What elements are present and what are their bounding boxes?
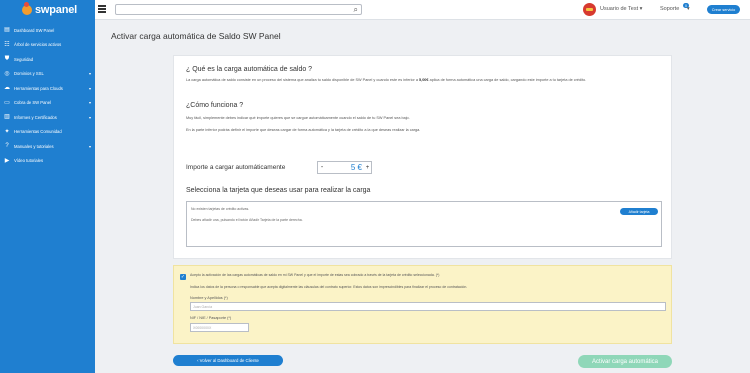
- sidebar-item[interactable]: ▤ Dashboard SW Panel: [0, 23, 95, 38]
- sidebar-item-label: Manuales y tutoriales: [14, 143, 54, 149]
- importe-value[interactable]: 5 €: [326, 163, 364, 172]
- menu-toggle-icon[interactable]: [98, 5, 106, 14]
- chevron-down-icon: ▾: [88, 71, 91, 77]
- chevron-down-icon: ▾: [88, 85, 91, 91]
- back-button[interactable]: ‹ Volver al Dashboard de Cliente: [173, 355, 283, 366]
- no-cards-text: No existen tarjetas de crédito activas.: [191, 207, 250, 211]
- video-icon: ▶: [4, 157, 10, 164]
- sidebar-item-label: Cobra de SW Panel: [14, 100, 52, 106]
- user-menu[interactable]: Usuario de Test ▾: [600, 6, 642, 12]
- chart-icon: ▥: [4, 114, 10, 121]
- increment-button[interactable]: +: [364, 165, 371, 171]
- sidebar-item[interactable]: ▭ Cobra de SW Panel ▾: [0, 96, 95, 111]
- logo-icon: [22, 2, 32, 15]
- sidebar-item-label: Árbol de servicios activos: [14, 42, 62, 48]
- legal-text: Indica los datos de la persona o respons…: [190, 285, 468, 289]
- help-icon: ?: [5, 143, 9, 150]
- brand-logo[interactable]: swpanel: [0, 0, 95, 20]
- q1-heading: ¿ Qué es la carga automática de saldo ?: [186, 66, 313, 73]
- q2-text-2: En la parte inferior podrás definir el i…: [186, 128, 421, 132]
- nif-field[interactable]: X0000000X: [190, 323, 249, 332]
- search-input[interactable]: ⌕: [115, 4, 362, 15]
- shield-icon: ⛊: [4, 56, 10, 63]
- tarjeta-heading: Selecciona la tarjeta que deseas usar pa…: [186, 187, 371, 194]
- sidebar-item-label: Vídeo tutoriales: [14, 158, 44, 164]
- soporte-badge: 0: [683, 3, 689, 8]
- globe-icon: ◎: [4, 70, 10, 77]
- chevron-down-icon: ▾: [88, 114, 91, 120]
- cards-box: No existen tarjetas de crédito activas. …: [186, 201, 662, 247]
- tools-icon: ✦: [4, 128, 10, 135]
- name-field[interactable]: Juan García: [190, 302, 666, 311]
- money-icon: ▭: [4, 99, 10, 106]
- sidebar-item[interactable]: ▥ Informes y Certificados ▾: [0, 110, 95, 125]
- sidebar-item[interactable]: ☁ Herramientas para Clouds ▾: [0, 81, 95, 96]
- accept-text: Acepto la activación de las cargas autom…: [190, 273, 440, 277]
- brand-name: swpanel: [35, 4, 78, 16]
- terms-box: ✓ Acepto la activación de las cargas aut…: [173, 265, 672, 344]
- sidebar-nav: ▤ Dashboard SW Panel ☷ Árbol de servicios a…: [0, 23, 95, 168]
- cloud-icon: ☁: [4, 85, 10, 92]
- dashboard-icon: ▤: [4, 27, 10, 34]
- chevron-down-icon: ▾: [88, 143, 91, 149]
- sidebar: swpanel ▤ Dashboard SW Panel ☷ Árbol de ser…: [0, 0, 95, 373]
- user-name: Usuario de Test: [600, 6, 639, 12]
- add-card-button[interactable]: Añadir tarjeta: [620, 208, 658, 215]
- info-card: ¿ Qué es la carga automática de saldo ? …: [173, 55, 672, 259]
- search-icon[interactable]: ⌕: [354, 5, 358, 15]
- topbar: ⌕ Usuario de Test ▾ Soporte ▾ 0 Crear se…: [95, 0, 750, 20]
- sidebar-item[interactable]: ◎ Dominios y SSL ▾: [0, 67, 95, 82]
- name-label: Nombre y Apellidos (*): [190, 296, 228, 300]
- chevron-down-icon: ▾: [88, 100, 91, 106]
- avatar[interactable]: [583, 3, 596, 16]
- decrement-button[interactable]: -: [318, 164, 326, 171]
- sidebar-item-label: Herramientas Comunidad: [14, 129, 62, 135]
- add-card-hint: Debes añadir una, pulsando el botón Añad…: [191, 218, 303, 222]
- q2-heading: ¿Cómo funciona ?: [186, 102, 244, 109]
- sidebar-item[interactable]: ? Manuales y tutoriales ▾: [0, 139, 95, 154]
- page-title: Activar carga automática de Saldo SW Pan…: [111, 31, 281, 41]
- sidebar-item[interactable]: ✦ Herramientas Comunidad: [0, 125, 95, 140]
- sidebar-item-label: Dominios y SSL: [14, 71, 44, 77]
- sidebar-item[interactable]: ☷ Árbol de servicios activos: [0, 38, 95, 53]
- crear-servicio-button[interactable]: Crear servicio: [707, 5, 740, 14]
- sidebar-item-label: Informes y Certificados: [14, 114, 57, 120]
- sidebar-item[interactable]: ▶ Vídeo tutoriales: [0, 154, 95, 169]
- sidebar-item-label: Dashboard SW Panel: [14, 27, 55, 33]
- tree-icon: ☷: [4, 41, 10, 48]
- nif-label: NIF / NIE / Pasaporte (*): [190, 316, 232, 320]
- activate-button[interactable]: Activar carga automática: [578, 355, 672, 368]
- q2-text-1: Muy fácil, simplemente debes indicar qué…: [186, 116, 410, 120]
- accept-checkbox[interactable]: ✓: [180, 274, 186, 280]
- soporte-label: Soporte: [660, 6, 680, 12]
- importe-label: Importe a cargar automáticamente: [186, 164, 286, 171]
- q1-text: La carga automática de saldo consiste en…: [186, 78, 587, 82]
- sidebar-item[interactable]: ⛊ Seguridad: [0, 52, 95, 67]
- importe-stepper[interactable]: - 5 € +: [317, 161, 372, 174]
- sidebar-item-label: Seguridad: [14, 56, 34, 62]
- sidebar-item-label: Herramientas para Clouds: [14, 85, 63, 91]
